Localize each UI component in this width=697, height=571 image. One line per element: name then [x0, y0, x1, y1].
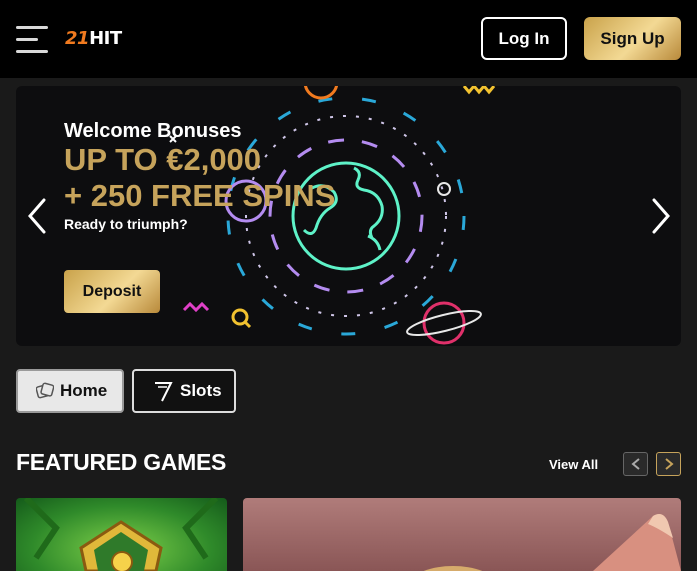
menu-line: [16, 38, 38, 41]
orange-planet-decoration: [303, 86, 339, 100]
chevron-right-icon[interactable]: [650, 196, 674, 236]
chevron-left-glyph: [28, 198, 46, 234]
menu-line: [16, 26, 48, 29]
banner-headline: UP TO €2,000 + 250 FREE SPINS: [64, 142, 335, 214]
headline-line-1: UP TO €2,000: [64, 142, 262, 177]
chevron-left-icon: [630, 458, 640, 470]
banner-tagline: Ready to triumph?: [64, 216, 188, 232]
game-card[interactable]: [16, 498, 227, 571]
seven-icon: [155, 382, 173, 402]
tab-home-label: Home: [60, 381, 108, 400]
search-decoration-handle: [243, 320, 252, 329]
deposit-button[interactable]: Deposit: [64, 270, 160, 313]
planet-ring-decoration: [406, 309, 482, 337]
game-thumbnail: [423, 514, 681, 571]
tab-home[interactable]: Home: [16, 369, 124, 413]
menu-icon[interactable]: [16, 26, 48, 54]
chevron-right-icon: [664, 458, 674, 470]
planet-red-decoration: [422, 301, 466, 345]
promo-banner[interactable]: Welcome Bonuses UP TO €2,000 + 250 FREE …: [16, 86, 681, 346]
site-header: 21HIT Log In Sign Up: [0, 0, 697, 78]
section-title: FEATURED GAMES: [16, 449, 227, 475]
menu-line: [16, 50, 48, 53]
orbit-ring-outer: [226, 96, 466, 336]
chevron-right-glyph: [652, 198, 670, 234]
search-decoration: [231, 308, 249, 326]
login-button[interactable]: Log In: [481, 17, 567, 60]
game-card[interactable]: [243, 498, 681, 571]
game-thumbnail: [23, 498, 219, 571]
yellow-zigzag-decoration: [462, 86, 496, 95]
banner-subtitle: Welcome Bonuses: [64, 120, 242, 142]
logo-number: 21: [65, 28, 90, 49]
carousel-prev-button[interactable]: [623, 452, 648, 476]
view-all-link[interactable]: View All: [549, 457, 598, 472]
dice-icon: [36, 382, 54, 399]
site-logo[interactable]: 21HIT: [65, 28, 122, 49]
tab-slots-label: Slots: [180, 381, 222, 400]
logo-text: HIT: [89, 28, 122, 49]
tab-slots[interactable]: Slots: [132, 369, 236, 413]
chevron-left-icon[interactable]: [24, 196, 48, 236]
zigzag-decoration: [182, 301, 210, 313]
headline-line-2: + 250 FREE SPINS: [64, 178, 336, 213]
ring-decoration: [437, 182, 451, 196]
signup-button[interactable]: Sign Up: [584, 17, 681, 60]
carousel-next-button[interactable]: [656, 452, 681, 476]
